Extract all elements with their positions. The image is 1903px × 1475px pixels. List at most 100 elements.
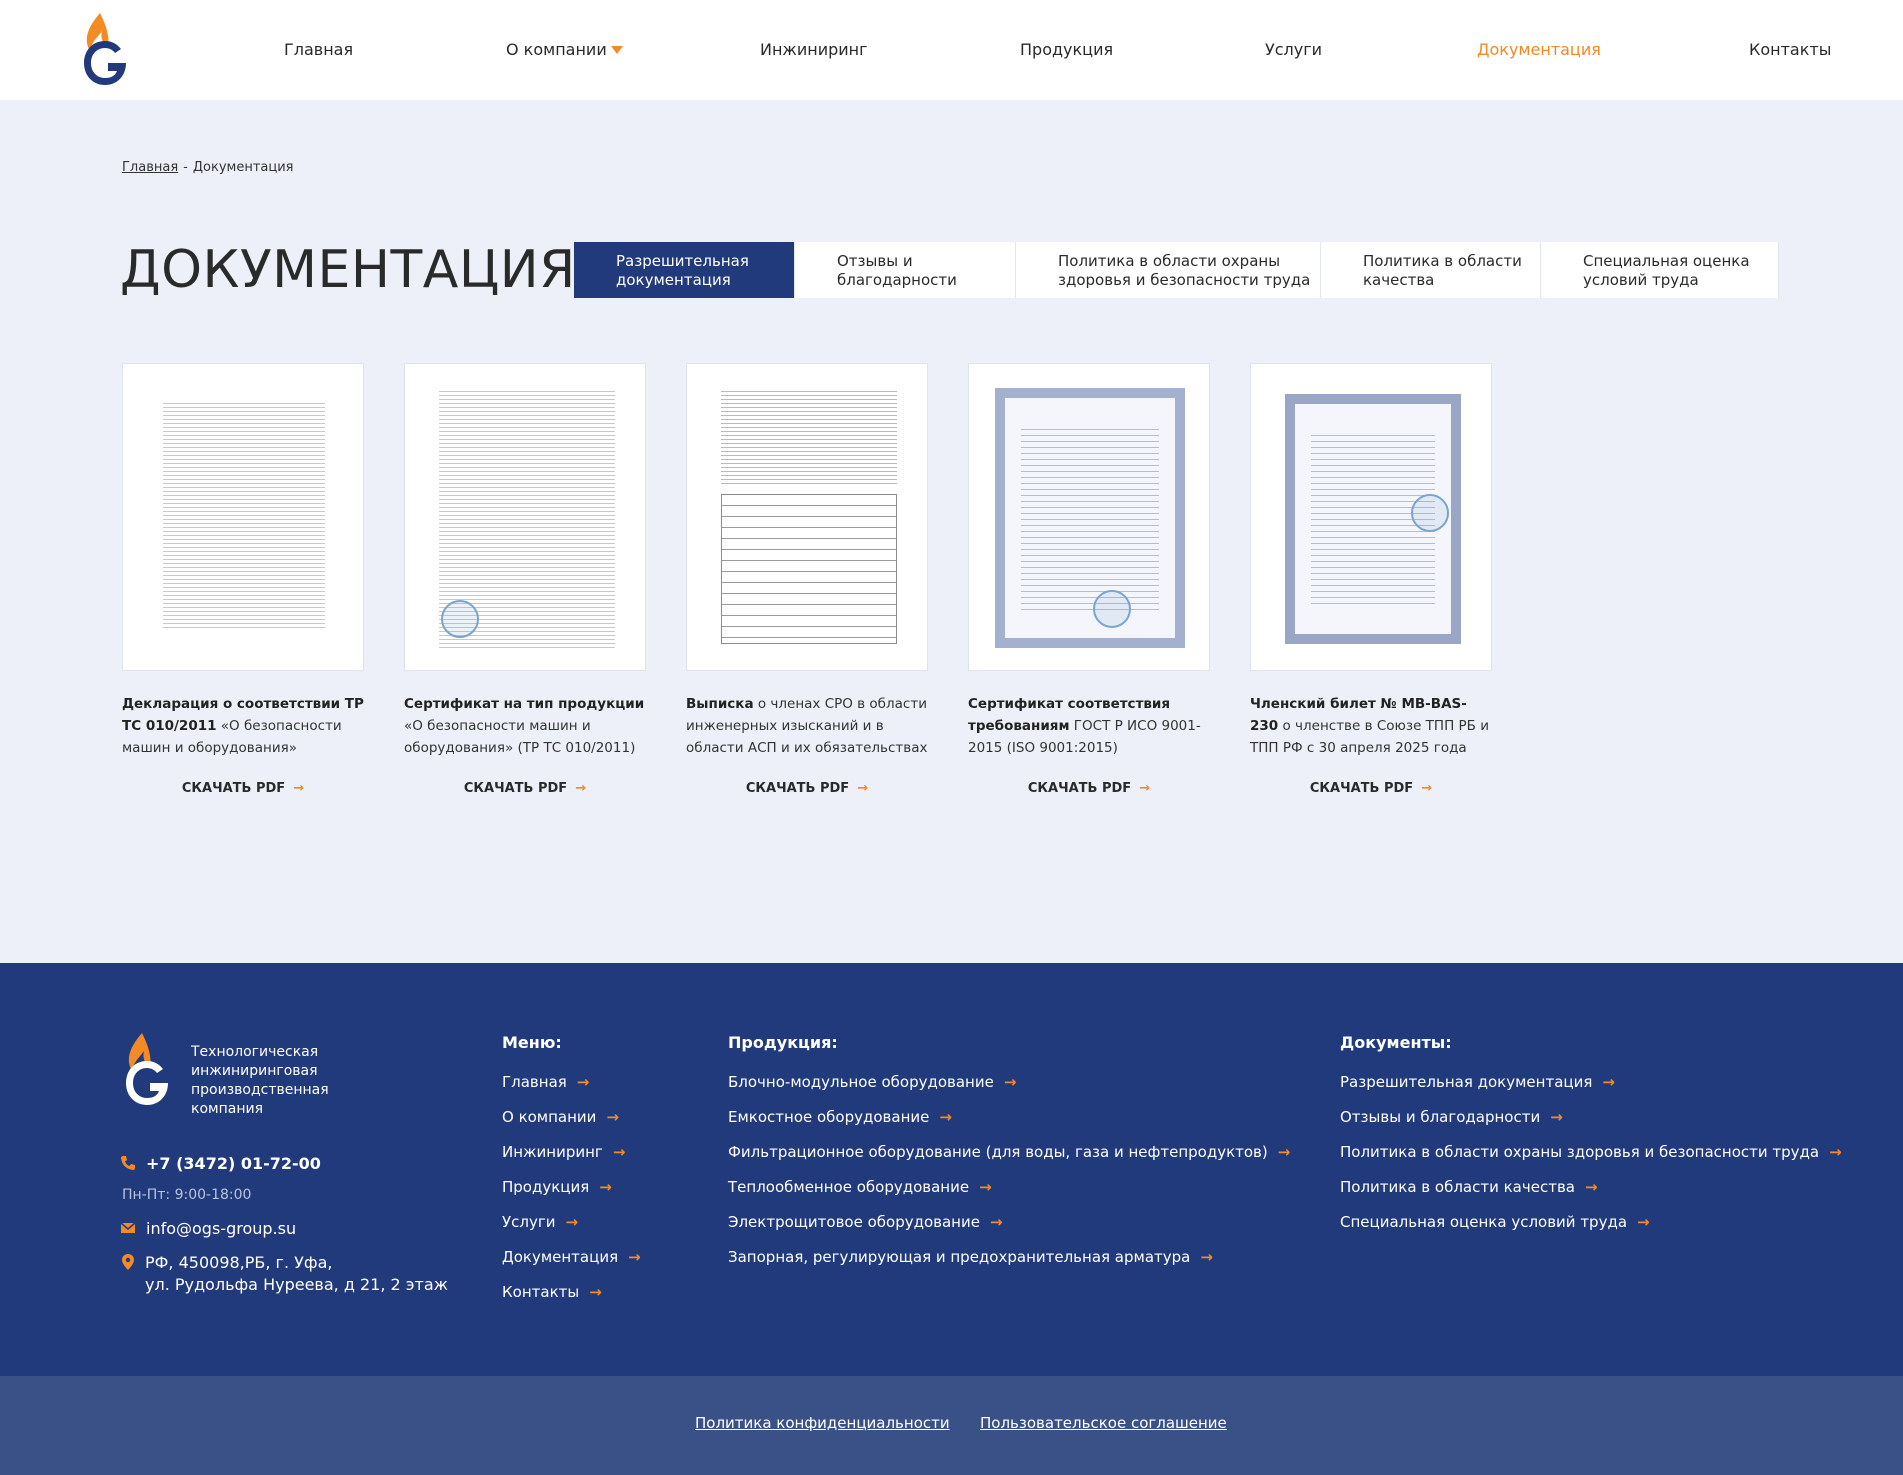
breadcrumb-home-link[interactable]: Главная: [122, 160, 178, 175]
download-label: СКАЧАТЬ PDF: [1027, 781, 1132, 796]
nav-item-contacts[interactable]: Контакты: [1749, 40, 1831, 59]
download-pdf-button[interactable]: СКАЧАТЬ PDF →: [122, 781, 364, 796]
arrow-right-icon: →: [293, 781, 305, 796]
document-description: Сертификат на тип продукции «О безопасно…: [404, 693, 646, 759]
tab-label-line: Специальная оценка: [1583, 252, 1750, 270]
document-preview[interactable]: [404, 363, 646, 671]
footer-link[interactable]: Фильтрационное оборудование (для воды, г…: [728, 1142, 1290, 1177]
footer-link[interactable]: Политика в области качества →: [1340, 1177, 1842, 1212]
footer-link[interactable]: О компании →: [502, 1107, 641, 1142]
download-label: СКАЧАТЬ PDF: [181, 781, 286, 796]
arrow-right-icon: →: [1277, 1143, 1291, 1161]
tab-label-line: Политика в области охраны: [1058, 252, 1281, 270]
address-line: ул. Рудольфа Нуреева, д 21, 2 этаж: [145, 1275, 449, 1294]
email-address: info@ogs-group.su: [146, 1219, 297, 1238]
tab-health-safety-policy[interactable]: Политика в области охраны здоровья и без…: [1016, 242, 1321, 298]
footer-menu: Меню: Главная → О компании → Инжиниринг → П…: [502, 1033, 641, 1317]
footer-link[interactable]: Продукция →: [502, 1177, 641, 1212]
arrow-right-icon: →: [628, 1248, 641, 1266]
user-agreement-link[interactable]: Пользовательское соглашение: [980, 1414, 1227, 1432]
footer-link-label: О компании: [502, 1108, 597, 1126]
arrow-right-icon: →: [939, 1108, 952, 1126]
footer-link[interactable]: Запорная, регулирующая и предохранительн…: [728, 1247, 1290, 1282]
sub-footer: [0, 1376, 1903, 1475]
document-card: Сертификат соответствия требованиям ГОСТ…: [968, 363, 1210, 796]
footer-email[interactable]: info@ogs-group.su: [120, 1219, 296, 1238]
footer-link-label: Емкостное оборудование: [728, 1108, 930, 1126]
arrow-right-icon: →: [1550, 1108, 1563, 1126]
document-preview[interactable]: [686, 363, 928, 671]
nav-item-products[interactable]: Продукция: [1020, 40, 1113, 59]
download-pdf-button[interactable]: СКАЧАТЬ PDF →: [1250, 781, 1492, 796]
footer-link[interactable]: Специальная оценка условий труда →: [1340, 1212, 1842, 1247]
document-page-image: [721, 388, 897, 484]
arrow-right-icon: →: [1421, 781, 1433, 796]
breadcrumb: Главная - Документация: [122, 160, 293, 175]
footer-link[interactable]: Услуги →: [502, 1212, 641, 1247]
stamp-icon: [441, 600, 479, 638]
privacy-policy-link[interactable]: Политика конфиденциальности: [695, 1414, 950, 1432]
footer-link-label: Продукция: [502, 1178, 590, 1196]
nav-item-home[interactable]: Главная: [284, 40, 353, 59]
footer-link[interactable]: Главная →: [502, 1072, 641, 1107]
footer-link[interactable]: Емкостное оборудование →: [728, 1107, 1290, 1142]
footer-link[interactable]: Документация →: [502, 1247, 641, 1282]
document-preview[interactable]: [1250, 363, 1492, 671]
tab-quality-policy[interactable]: Политика в области качества: [1321, 242, 1541, 298]
footer-phone[interactable]: +7 (3472) 01-72-00: [120, 1154, 321, 1173]
download-pdf-button[interactable]: СКАЧАТЬ PDF →: [686, 781, 928, 796]
arrow-right-icon: →: [1003, 1073, 1017, 1091]
arrow-right-icon: →: [989, 1213, 1003, 1231]
document-subtitle: о членстве в Союзе ТПП РБ и ТПП РФ с 30 …: [1250, 718, 1489, 756]
tab-label-line: качества: [1363, 271, 1435, 289]
arrow-right-icon: →: [612, 1143, 626, 1161]
document-description: Выписка о членах СРО в области инженерны…: [686, 693, 928, 759]
footer-link-label: Политика в области качества: [1340, 1178, 1575, 1196]
document-card: Сертификат на тип продукции «О безопасно…: [404, 363, 646, 796]
footer-link[interactable]: Политика в области охраны здоровья и без…: [1340, 1142, 1842, 1177]
arrow-right-icon: →: [1602, 1073, 1615, 1091]
document-preview[interactable]: [968, 363, 1210, 671]
ogs-logo-icon[interactable]: [120, 1031, 174, 1109]
download-label: СКАЧАТЬ PDF: [745, 781, 850, 796]
document-card: Членский билет № MB-BAS-230 о членстве в…: [1250, 363, 1492, 796]
arrow-right-icon: →: [606, 1108, 620, 1126]
tab-working-conditions[interactable]: Специальная оценка условий труда: [1541, 242, 1779, 298]
tab-permits[interactable]: Разрешительная документация: [574, 242, 795, 298]
footer-link-label: Отзывы и благодарности: [1340, 1108, 1541, 1126]
footer-link[interactable]: Инжиниринг →: [502, 1142, 641, 1177]
document-card: Выписка о членах СРО в области инженерны…: [686, 363, 928, 796]
footer-documents: Документы: Разрешительная документация → …: [1340, 1033, 1842, 1247]
arrow-right-icon: →: [1637, 1213, 1650, 1231]
footer-link[interactable]: Теплообменное оборудование →: [728, 1177, 1290, 1212]
arrow-right-icon: →: [576, 1073, 590, 1091]
footer-link-label: Теплообменное оборудование: [728, 1178, 970, 1196]
footer-link-label: Электрощитовое оборудование: [728, 1213, 980, 1231]
download-label: СКАЧАТЬ PDF: [463, 781, 568, 796]
footer-address: РФ, 450098,РБ, г. Уфа, ул. Рудольфа Нуре…: [120, 1252, 448, 1296]
caret-down-icon: [610, 46, 623, 54]
arrow-right-icon: →: [857, 781, 869, 796]
footer-products-title: Продукция:: [728, 1033, 838, 1052]
download-pdf-button[interactable]: СКАЧАТЬ PDF →: [968, 781, 1210, 796]
nav-item-engineering[interactable]: Инжиниринг: [760, 40, 868, 59]
arrow-right-icon: →: [575, 781, 587, 796]
arrow-right-icon: →: [979, 1178, 992, 1196]
document-preview[interactable]: [122, 363, 364, 671]
arrow-right-icon: →: [1139, 781, 1151, 796]
footer-link[interactable]: Блочно-модульное оборудование →: [728, 1072, 1290, 1107]
download-pdf-button[interactable]: СКАЧАТЬ PDF →: [404, 781, 646, 796]
nav-item-documentation[interactable]: Документация: [1477, 40, 1601, 59]
mail-icon: [120, 1222, 136, 1233]
footer-link-label: Инжиниринг: [502, 1143, 603, 1161]
arrow-right-icon: →: [1829, 1143, 1842, 1161]
nav-item-services[interactable]: Услуги: [1265, 40, 1322, 59]
footer-link[interactable]: Контакты →: [502, 1282, 641, 1317]
footer-link[interactable]: Электрощитовое оборудование →: [728, 1212, 1290, 1247]
footer-link-label: Специальная оценка условий труда: [1340, 1213, 1628, 1231]
nav-item-about[interactable]: О компании: [506, 40, 623, 59]
footer-link-label: Блочно-модульное оборудование: [728, 1073, 994, 1091]
tab-reviews[interactable]: Отзывы и благодарности: [795, 242, 1016, 298]
footer-link[interactable]: Разрешительная документация →: [1340, 1072, 1842, 1107]
footer-link[interactable]: Отзывы и благодарности →: [1340, 1107, 1842, 1142]
